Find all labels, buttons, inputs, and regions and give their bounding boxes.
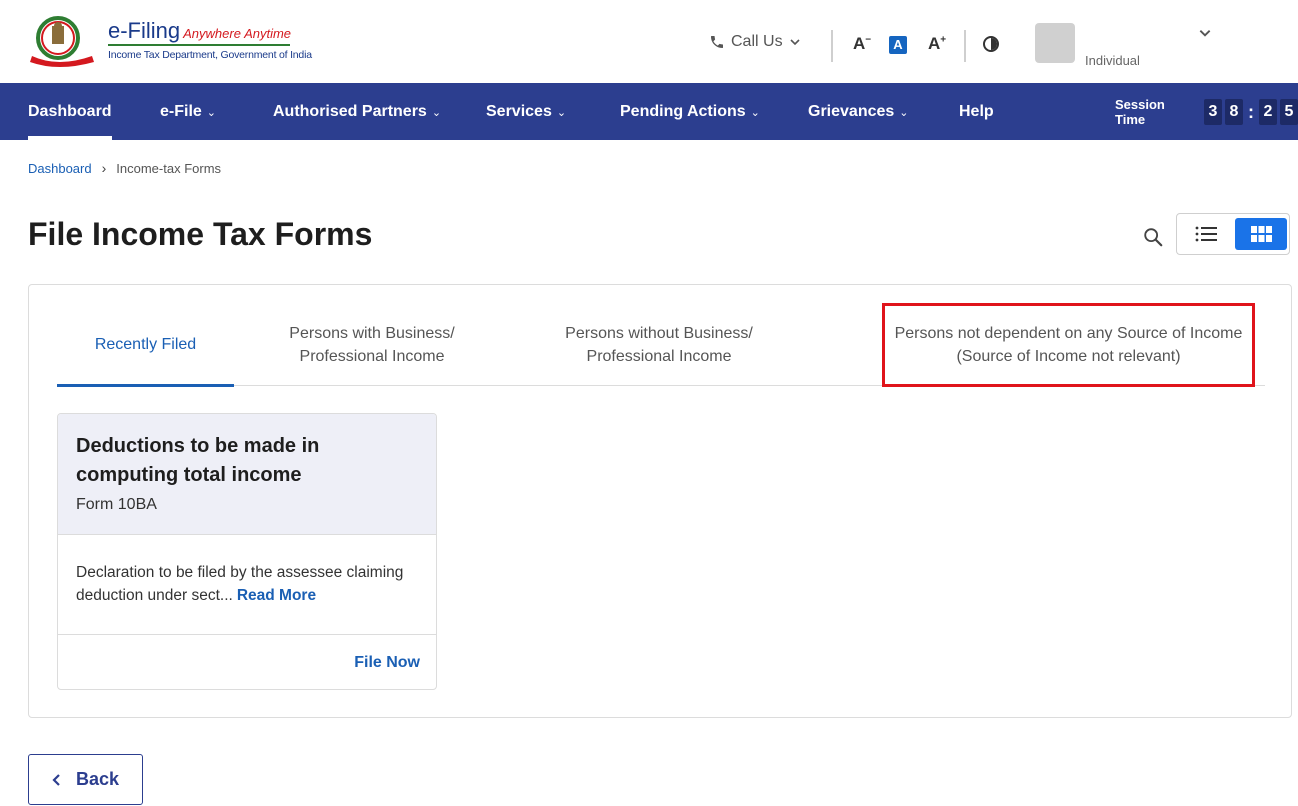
breadcrumb-separator-icon: › (101, 160, 107, 176)
chevron-down-icon: ⌄ (431, 107, 442, 119)
session-digit: 2 (1259, 98, 1277, 125)
card-footer: File Now (58, 634, 436, 689)
chevron-left-icon (52, 773, 60, 786)
department-name: Income Tax Department, Government of Ind… (108, 49, 312, 61)
font-decrease-button[interactable]: A− (853, 34, 871, 54)
card-title: Deductions to be made in computing total… (76, 435, 320, 486)
card-form-number: Form 10BA (76, 496, 157, 513)
chevron-down-icon: ⌄ (750, 107, 760, 119)
session-colon: : (1248, 101, 1254, 122)
brand-tagline: Anywhere Anytime (183, 26, 292, 41)
brand-divider (108, 44, 290, 46)
nav-item-grievances[interactable]: Grievances ⌄ (808, 83, 909, 140)
grid-view-icon[interactable] (1235, 218, 1287, 250)
font-normal-button[interactable]: A (889, 36, 907, 54)
session-digits: 3 8 : 2 5 (1204, 98, 1298, 125)
nav-item-services[interactable]: Services ⌄ (486, 83, 566, 140)
call-us-button[interactable]: Call Us (709, 33, 801, 51)
session-digit: 8 (1225, 98, 1243, 125)
session-digit: 3 (1204, 98, 1222, 125)
session-time-label: Session Time (1115, 96, 1165, 127)
contrast-toggle-icon[interactable] (983, 36, 999, 52)
view-toggle (1176, 213, 1290, 255)
breadcrumb-dashboard-link[interactable]: Dashboard (28, 161, 92, 176)
forms-panel: Recently Filed Persons with Business/Pro… (28, 284, 1292, 718)
tab-with-business-income[interactable]: Persons with Business/Professional Incom… (267, 303, 477, 386)
user-type-label: Individual (1085, 53, 1140, 68)
page-title: File Income Tax Forms (28, 216, 373, 252)
breadcrumb: Dashboard › Income-tax Forms (28, 160, 221, 176)
header-divider (964, 30, 966, 62)
highlight-box (882, 303, 1255, 387)
nav-item-pending-actions[interactable]: Pending Actions ⌄ (620, 83, 760, 140)
nav-item-e-file[interactable]: e-File ⌄ (160, 83, 216, 140)
session-timer: Session Time 3 8 : 2 5 (1115, 83, 1298, 140)
search-icon[interactable] (1142, 226, 1164, 248)
form-card: Deductions to be made in computing total… (57, 413, 437, 690)
font-increase-button[interactable]: A+ (928, 34, 946, 54)
brand-name: e-Filing Anywhere Anytime (108, 18, 292, 43)
chevron-down-icon: ⌄ (556, 107, 567, 119)
header-divider (831, 30, 833, 62)
nav-item-help[interactable]: Help (959, 83, 994, 140)
back-button[interactable]: Back (28, 754, 143, 805)
breadcrumb-current: Income-tax Forms (116, 160, 222, 176)
call-us-label: Call Us (731, 33, 783, 50)
chevron-down-icon[interactable] (1198, 26, 1212, 40)
nav-item-dashboard[interactable]: Dashboard (28, 83, 112, 140)
card-header: Deductions to be made in computing total… (58, 414, 436, 535)
list-view-icon[interactable] (1185, 218, 1229, 250)
session-digit: 5 (1280, 98, 1298, 125)
income-tax-emblem-icon (30, 16, 94, 67)
top-bar: e-Filing Anywhere Anytime Income Tax Depa… (0, 0, 1298, 83)
chevron-down-icon: ⌄ (206, 107, 217, 119)
tab-recently-filed[interactable]: Recently Filed (57, 303, 234, 387)
read-more-link[interactable]: Read More (237, 587, 316, 604)
main-nav: Dashboard e-File ⌄ Authorised Partners ⌄ S… (0, 83, 1298, 140)
file-now-link[interactable]: File Now (354, 654, 420, 672)
category-tabs: Recently Filed Persons with Business/Pro… (57, 303, 1265, 387)
back-label: Back (75, 769, 120, 789)
avatar[interactable] (1035, 23, 1075, 63)
chevron-down-icon: ⌄ (899, 107, 909, 119)
phone-icon (711, 36, 723, 48)
card-description: Declaration to be filed by the assessee … (76, 564, 404, 604)
tab-without-business-income[interactable]: Persons without Business/Professional In… (544, 303, 774, 386)
nav-item-authorised-partners[interactable]: Authorised Partners ⌄ (273, 83, 441, 140)
chevron-down-icon (789, 39, 800, 46)
efiling-logo[interactable]: e-Filing Anywhere Anytime Income Tax Depa… (28, 14, 312, 68)
